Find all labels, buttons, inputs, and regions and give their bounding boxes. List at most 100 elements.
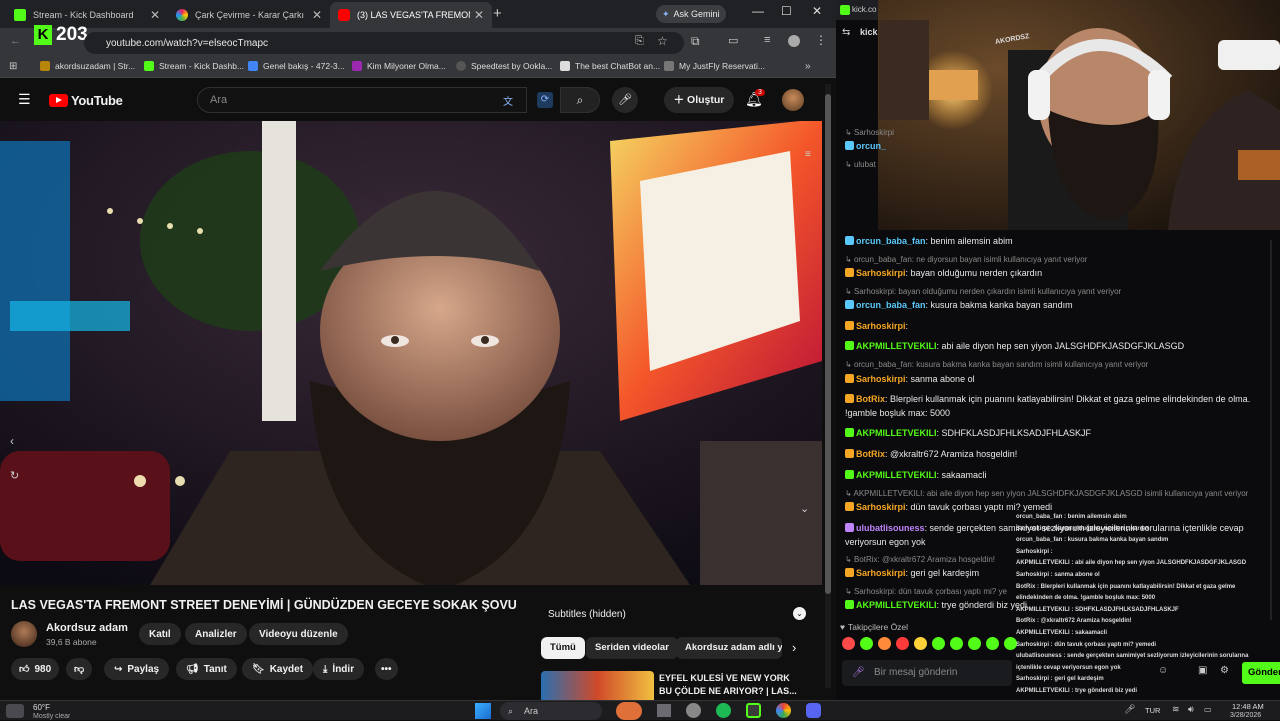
kick-menu-icon[interactable]: ⇆ [842,27,850,38]
install-icon[interactable]: ⎘ [635,35,644,48]
hamburger-menu-icon[interactable]: ☰ [18,91,31,108]
close-window-icon[interactable]: ✕ [812,4,822,18]
chat-username[interactable]: AKPMILLETVEKILI [856,600,937,610]
previous-arrow-icon[interactable]: ‹ [10,434,14,448]
voice-search-button[interactable]: 🎤︎ [612,87,638,113]
close-icon[interactable]: ✕ [150,8,160,22]
create-button[interactable]: ＋ Oluştur [664,87,734,113]
analytics-button[interactable]: Analizler [185,623,247,645]
chat-username[interactable]: AKPMILLETVEKILI [856,341,937,351]
emote-icon[interactable] [986,637,999,650]
emote-icon[interactable] [896,637,909,650]
extension-icon[interactable]: ⟳ [537,92,553,108]
chat-username[interactable]: Sarhoskirpi [856,374,906,384]
translate-icon[interactable]: 文 [503,93,513,108]
volume-icon[interactable]: 🔊︎ [1188,704,1194,715]
close-icon[interactable]: ✕ [312,8,322,22]
ask-gemini-button[interactable]: ✦ Ask Gemini [656,5,726,23]
chip-channel[interactable]: Akordsuz adam adlı y [676,637,782,659]
chat-username[interactable]: Sarhoskirpi [856,268,906,278]
chat-username[interactable]: Sarhoskirpi [856,321,906,331]
expand-icon[interactable]: ⌄ [800,502,809,515]
chat-username[interactable]: orcun_baba_fan [856,236,926,246]
account-avatar[interactable] [782,89,804,111]
emote-icon[interactable] [968,637,981,650]
chat-username[interactable]: BotRix [856,449,885,459]
spotify-icon[interactable] [716,703,731,718]
video-menu-icon[interactable]: ≡ [805,149,811,160]
wifi-icon[interactable]: ≋ [1172,704,1180,715]
related-video-title-line2[interactable]: BU ÇÖLDE NE ARIYOR? | LAS... [659,686,797,696]
profile-avatar[interactable] [788,35,800,47]
emote-icon[interactable] [914,637,927,650]
channel-name[interactable]: Akordsuz adam [46,622,128,634]
address-bar[interactable]: youtube.com/watch?v=elseocTmapc [84,32,684,54]
chip-all[interactable]: Tümü [541,637,585,659]
replay-icon[interactable]: ↻ [10,469,19,482]
close-icon[interactable]: ✕ [474,8,484,22]
tab-youtube[interactable]: (3) LAS VEGAS'TA FREMONT S... ✕ [330,2,492,28]
chevron-down-icon[interactable]: ⌄ [793,607,806,620]
bookmark-item[interactable]: My JustFly Reservati... [664,61,765,71]
channel-avatar[interactable] [11,621,37,647]
chat-username[interactable]: Sarhoskirpi [856,502,906,512]
more-bookmarks-icon[interactable]: » [805,61,811,72]
bookmark-item[interactable]: Stream - Kick Dashb... [144,61,244,71]
scrollbar-thumb[interactable] [825,94,831,594]
download-button[interactable]: ⤓ İndir [313,658,365,680]
new-tab-button[interactable]: + [493,5,502,22]
chat-message-input[interactable]: 🎤︎ Bir mesaj gönderin [842,660,1012,686]
save-button[interactable]: 🔖︎ Kaydet [242,658,314,680]
media-icon[interactable]: ≡ [764,34,770,46]
bookmark-item[interactable]: Speedtest by Ookla... [456,61,552,71]
video-player[interactable]: ‹ ↻ ⌄ ≡ [0,121,822,585]
kick-app-icon[interactable] [746,703,761,718]
clock-time[interactable]: 12:48 AM [1232,702,1264,711]
back-icon[interactable]: ← [10,35,21,47]
emote-icon[interactable] [932,637,945,650]
emote-icon[interactable] [860,637,873,650]
taskbar-search[interactable]: ⌕ Ara [500,702,602,720]
extensions-icon[interactable]: ⧉ [691,34,700,49]
dislike-button[interactable]: 👎︎ [66,658,93,680]
menu-dots-icon[interactable]: ⋮ [815,33,827,47]
search-highlight-icon[interactable] [616,702,642,720]
weather-icon[interactable] [6,704,24,718]
bookmark-item[interactable]: akordsuzadam | Str... [40,61,135,71]
bookmark-item[interactable]: Kim Milyoner Olma... [352,61,446,71]
microphone-icon[interactable]: 🎤︎ [852,660,865,686]
chevron-right-icon[interactable]: › [792,640,796,655]
task-view-icon[interactable] [657,704,671,717]
app-icon[interactable] [686,703,701,718]
chat-username[interactable]: AKPMILLETVEKILI [856,470,937,480]
discord-icon[interactable] [806,703,821,718]
share-button[interactable]: ↪ Paylaş [104,658,170,680]
windows-start-icon[interactable] [475,703,491,719]
battery-icon[interactable]: ▭ [1204,705,1212,714]
related-video-thumbnail[interactable] [541,671,654,700]
like-button[interactable]: 👍︎ 980 [11,658,60,680]
chat-username[interactable]: Sarhoskirpi [856,568,906,578]
chat-username[interactable]: BotRix [856,394,885,404]
emote-icon[interactable] [878,637,891,650]
chat-username[interactable]: orcun_ [856,141,886,151]
youtube-logo[interactable]: YouTube [49,93,123,108]
subtitles-panel-header[interactable]: Subtitles (hidden) ⌄ [540,603,812,625]
emote-icon[interactable] [950,637,963,650]
more-actions-button[interactable]: ••• [375,658,398,680]
chat-username[interactable]: orcun_baba_fan [856,300,926,310]
bookmark-item[interactable]: Genel bakış - 472-3... [248,61,345,71]
search-input[interactable]: Ara [197,87,527,113]
chrome-icon[interactable] [776,703,791,718]
chat-username[interactable]: ulubatlisouness [856,523,925,533]
edit-video-button[interactable]: Videoyu düzenle [249,623,348,645]
minimize-icon[interactable]: — [752,4,764,18]
tab-wheel[interactable]: Çark Çevirme - Karar Çarkı ✕ [168,2,330,28]
emote-icon[interactable] [842,637,855,650]
page-scrollbar[interactable] [825,84,831,688]
chip-series[interactable]: Seriden videolar [586,637,678,659]
cast-icon[interactable]: ▭ [728,34,738,47]
promote-button[interactable]: 📢︎ Tanıt [176,658,237,680]
related-video-title[interactable]: EYFEL KULESİ VE NEW YORK [659,673,790,683]
search-button[interactable]: ⌕ [560,87,600,113]
